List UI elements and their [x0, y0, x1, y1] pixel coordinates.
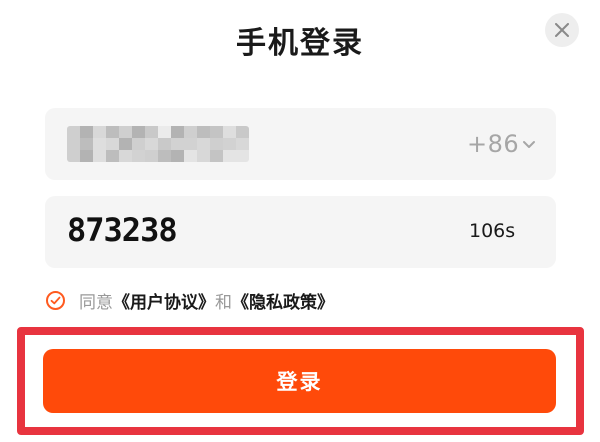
login-button[interactable]: 登录: [43, 349, 556, 413]
privacy-policy-link[interactable]: 《隐私政策》: [232, 288, 334, 313]
close-icon: [555, 23, 569, 37]
check-icon: [50, 296, 61, 304]
verification-code-value[interactable]: 873238: [67, 211, 178, 249]
agreement-row: 同意 《用户协议》 和 《隐私政策》: [46, 287, 334, 313]
agreement-and: 和: [215, 292, 232, 313]
close-button[interactable]: [545, 13, 579, 47]
agreement-checkbox[interactable]: [46, 290, 65, 310]
page-title: 手机登录: [236, 26, 364, 61]
country-code-selector[interactable]: +86: [467, 130, 519, 158]
verification-code-field[interactable]: 873238 106s: [45, 196, 556, 268]
phone-field[interactable]: +86: [45, 108, 556, 180]
user-agreement-link[interactable]: 《用户协议》: [113, 288, 215, 313]
agreement-prefix: 同意: [79, 292, 113, 313]
chevron-down-icon[interactable]: [519, 134, 539, 154]
login-sheet: 手机登录 +86 873238 106s 同意 《用户协议》 和 《隐私政策》 …: [0, 0, 600, 442]
phone-number-masked: [67, 126, 249, 162]
resend-countdown: 106s: [469, 220, 516, 242]
